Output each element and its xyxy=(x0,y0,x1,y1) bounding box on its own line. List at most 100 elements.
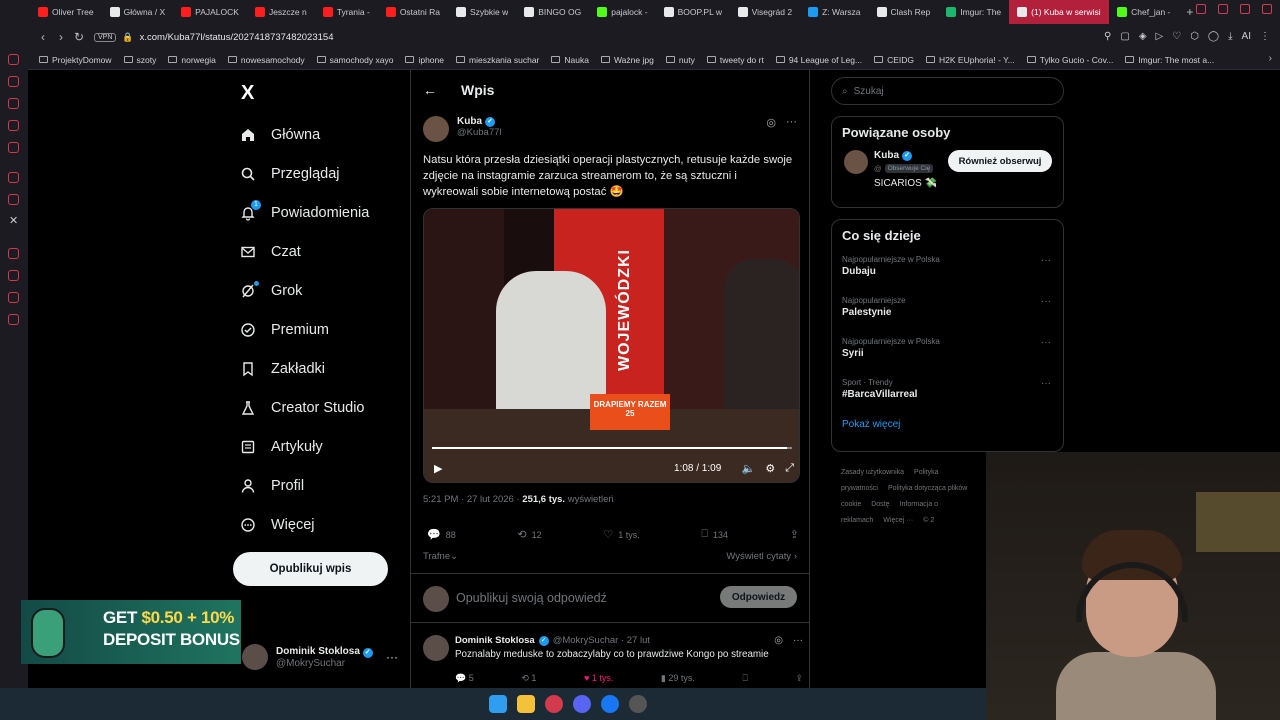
repost-button[interactable]: ⟲ 1 xyxy=(521,673,536,684)
facebook-icon[interactable] xyxy=(601,695,619,713)
post-button[interactable]: Opublikuj wpis xyxy=(233,552,388,586)
nav-item-more-circle[interactable]: Więcej xyxy=(240,505,369,544)
nav-item-home[interactable]: Główna xyxy=(240,115,369,154)
bookmark-item[interactable]: ProjektyDomow xyxy=(34,55,117,65)
maximize-icon[interactable] xyxy=(1240,4,1250,14)
sidebar-app-icon[interactable] xyxy=(8,248,19,259)
nav-item-bookmark[interactable]: Zakładki xyxy=(240,349,369,388)
footer-link[interactable]: © 2 xyxy=(923,517,934,524)
bookmark-item[interactable]: H2K EUphoria! - Y... xyxy=(921,55,1020,65)
share-button[interactable]: ⇪ xyxy=(790,528,799,541)
browser-tab[interactable]: pajalock - xyxy=(589,0,655,24)
search-input[interactable] xyxy=(853,85,1034,97)
browser-tab[interactable]: Jeszcze n xyxy=(247,0,315,24)
more-icon[interactable]: ··· xyxy=(1041,337,1051,348)
close-icon[interactable] xyxy=(1262,4,1272,14)
sidebar-chatgpt-icon[interactable] xyxy=(8,172,19,183)
heart-icon[interactable]: ♡ xyxy=(1172,31,1181,42)
browser-tab[interactable]: Imgur: The xyxy=(938,0,1009,24)
bookmark-item[interactable]: iphone xyxy=(400,55,449,65)
like-button[interactable]: ♡ 1 tys. xyxy=(603,528,639,541)
footer-link[interactable]: Zasady użytkownika xyxy=(841,469,904,476)
bookmark-item[interactable]: nowesamochody xyxy=(223,55,310,65)
forward-icon[interactable]: › xyxy=(52,30,70,44)
browser-tab[interactable]: Ostatni Ra xyxy=(378,0,448,24)
share-button[interactable]: ⇪ xyxy=(795,673,803,684)
view-quotes-link[interactable]: Wyświetl cytaty › xyxy=(726,551,797,562)
reply-button[interactable]: 💬 5 xyxy=(455,673,474,684)
trend-item[interactable]: Sport · Trendy #BarcaVillarreal ··· xyxy=(832,376,1063,417)
nav-item-article[interactable]: Artykuły xyxy=(240,427,369,466)
reply-submit-button[interactable]: Odpowiedz xyxy=(720,586,797,608)
sidebar-app-icon[interactable] xyxy=(8,54,19,65)
trend-item[interactable]: Najpopularniejsze Palestynie ··· xyxy=(832,294,1063,335)
back-icon[interactable]: ‹ xyxy=(34,30,52,44)
bookmark-item[interactable]: norwegia xyxy=(163,55,221,65)
video-progress-bar[interactable] xyxy=(432,447,792,449)
file-explorer-icon[interactable] xyxy=(517,695,535,713)
footer-link[interactable]: Więcej ··· xyxy=(883,517,913,524)
nav-item-flask[interactable]: Creator Studio xyxy=(240,388,369,427)
play-icon[interactable]: ▶ xyxy=(434,462,442,475)
browser-tab[interactable]: BINGO OG xyxy=(516,0,589,24)
browser-tab[interactable]: Szybkie w xyxy=(448,0,516,24)
bookmark-button[interactable]: ⎕ 134 xyxy=(701,528,728,541)
reply-input[interactable]: Opublikuj swoją odpowiedź xyxy=(456,591,607,605)
bookmark-item[interactable]: Tylko Gucio - Cov... xyxy=(1022,55,1119,65)
sidebar-history-icon[interactable] xyxy=(8,270,19,281)
bookmark-item[interactable]: samochody xayo xyxy=(312,55,399,65)
reply-author-name[interactable]: Dominik Stoklosa xyxy=(455,635,535,646)
pin-icon[interactable]: ⚲ xyxy=(1104,31,1111,42)
fullscreen-icon[interactable]: ⤢ xyxy=(785,462,794,475)
bookmark-item[interactable]: szoty xyxy=(119,55,162,65)
start-icon[interactable] xyxy=(489,695,507,713)
account-more-icon[interactable]: ··· xyxy=(386,650,398,664)
account-switcher[interactable]: Dominik Stoklosa ✓ @MokrySuchar xyxy=(242,644,373,670)
browser-tab[interactable]: Clash Rep xyxy=(869,0,939,24)
avatar[interactable] xyxy=(844,150,868,174)
sidebar-settings-icon[interactable] xyxy=(8,314,19,325)
trend-item[interactable]: Najpopularniejsze w Polska Syrii ··· xyxy=(832,335,1063,376)
nav-item-premium[interactable]: Premium xyxy=(240,310,369,349)
views-button[interactable]: ▮ 29 tys. xyxy=(661,673,695,684)
browser-tab[interactable]: Visegrád 2 xyxy=(730,0,800,24)
volume-icon[interactable]: 🔈 xyxy=(742,462,756,475)
sidebar-app-icon[interactable] xyxy=(8,292,19,303)
related-person[interactable]: Kuba ✓ @ Obserwuje Cię SICARIOS 💸 Również … xyxy=(832,140,1063,200)
sidebar-app-icon[interactable] xyxy=(8,76,19,87)
sidebar-twitch-icon[interactable] xyxy=(8,194,19,205)
repost-button[interactable]: ⟲ 12 xyxy=(517,528,541,541)
bookmark-button[interactable]: ⎕ xyxy=(742,673,747,684)
sidebar-app-icon[interactable] xyxy=(8,142,19,153)
related-name[interactable]: Kuba ✓ xyxy=(874,150,912,161)
vpn-badge[interactable]: VPN xyxy=(94,32,117,42)
follow-back-button[interactable]: Również obserwuj xyxy=(948,150,1052,172)
discord-icon[interactable] xyxy=(573,695,591,713)
shield-icon[interactable]: ◈ xyxy=(1139,31,1147,42)
tweet-video[interactable]: WOJEWÓDZKI DRAPIEMY RAZEM 25 ▶ 1:08 / 1:… xyxy=(423,208,800,483)
minimize-icon[interactable] xyxy=(1218,4,1228,14)
sidebar-app-icon[interactable] xyxy=(8,120,19,131)
search-tabs-icon[interactable] xyxy=(1196,4,1206,14)
bookmark-item[interactable]: Imgur: The most a... xyxy=(1120,55,1219,65)
show-more-link[interactable]: Pokaż więcej xyxy=(832,417,1063,440)
tweet-author[interactable]: Kuba ✓ @Kuba77l xyxy=(423,116,502,142)
lock-icon[interactable]: 🔒 xyxy=(122,32,133,43)
browser-tab[interactable]: Z: Warsza xyxy=(800,0,868,24)
bookmark-item[interactable]: CEIDG xyxy=(869,55,919,65)
nav-item-grok[interactable]: Grok xyxy=(240,271,369,310)
reply-sort-dropdown[interactable]: Trafne⌄ xyxy=(423,551,458,562)
x-logo[interactable]: X xyxy=(241,82,254,105)
grok-icon[interactable]: ◎ xyxy=(774,635,783,646)
author-handle[interactable]: @Kuba77l xyxy=(457,127,502,138)
reply-tweet[interactable]: Dominik Stoklosa ✓ @MokrySuchar · 27 lut… xyxy=(423,635,803,683)
reload-icon[interactable]: ↻ xyxy=(70,30,88,44)
more-icon[interactable]: ··· xyxy=(1041,255,1051,266)
tweet-timestamp[interactable]: 5:21 PM · 27 lut 2026 · xyxy=(423,494,522,505)
bookmark-item[interactable]: Nauka xyxy=(546,55,594,65)
bookmark-item[interactable]: nuty xyxy=(661,55,700,65)
bookmarks-overflow-icon[interactable]: › xyxy=(1269,53,1272,64)
nav-item-person[interactable]: Profil xyxy=(240,466,369,505)
browser-tab[interactable]: Główna / X xyxy=(102,0,174,24)
footer-link[interactable]: Dostę xyxy=(871,501,889,508)
